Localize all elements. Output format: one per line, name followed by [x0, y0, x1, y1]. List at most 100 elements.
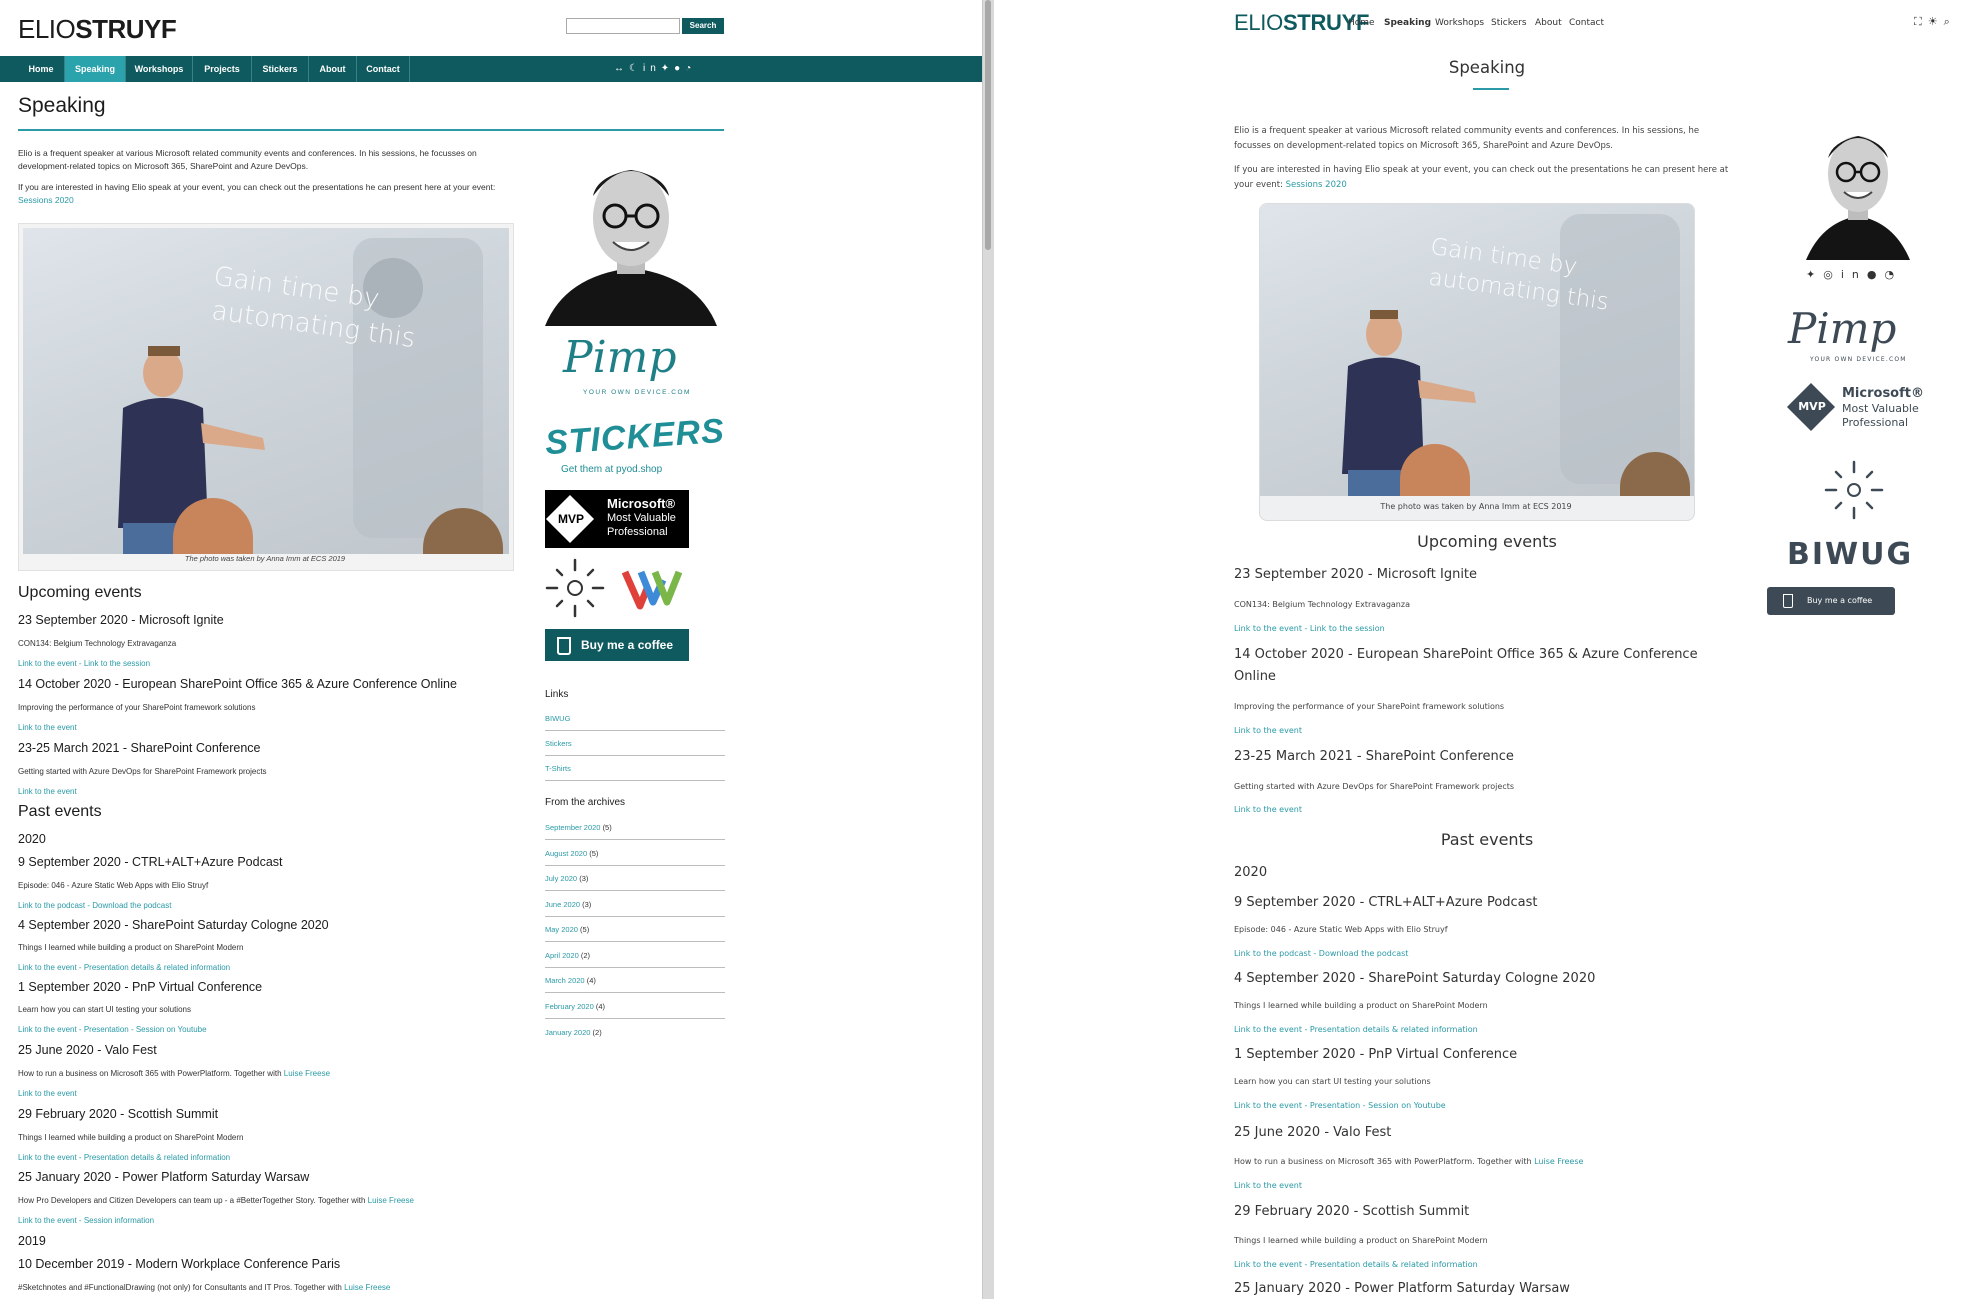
mvp-badge[interactable]: MVP Microsoft® Most Valuable Professiona… [1786, 382, 1928, 436]
event-links[interactable]: Link to the event [18, 787, 77, 796]
nav-contact[interactable]: Contact [357, 56, 410, 82]
past-heading: Past events [18, 803, 102, 820]
event-links[interactable]: Link to the event [1234, 805, 1302, 814]
nav-home[interactable]: Home [18, 56, 65, 82]
event-title: 14 October 2020 - European SharePoint Of… [18, 677, 457, 691]
event-links[interactable]: Link to the event - Link to the session [18, 659, 150, 668]
luise-freese-link[interactable]: Luise Freese [344, 1283, 390, 1292]
luise-freese-link[interactable]: Luise Freese [284, 1069, 330, 1078]
event-title: 25 June 2020 - Valo Fest [1234, 1125, 1392, 1140]
sessions-link[interactable]: Sessions 2020 [18, 195, 74, 205]
scrollbar-thumb[interactable] [985, 0, 991, 250]
event-links[interactable]: Link to the event [18, 723, 77, 732]
event-desc: Things I learned while building a produc… [1234, 1001, 1488, 1010]
instagram-icon[interactable]: ◎ [1823, 268, 1841, 281]
archive-link[interactable]: August 2020 (5) [545, 849, 725, 866]
left-browser-pane: ELIOSTRUYF Search Home Speaking Workshop… [0, 0, 982, 1299]
sidebar-link[interactable]: BIWUG [545, 714, 725, 731]
nav-about[interactable]: About [1535, 18, 1562, 28]
community-logos[interactable] [545, 558, 695, 620]
event-links[interactable]: Link to the event - Session information [18, 1216, 154, 1225]
event-desc: How Pro Developers and Citizen Developer… [18, 1196, 414, 1205]
nav-workshops[interactable]: Workshops [126, 56, 193, 82]
archive-link[interactable]: June 2020 (3) [545, 900, 725, 917]
archive-link[interactable]: May 2020 (5) [545, 925, 725, 942]
moon-icon[interactable]: ☾ [629, 63, 643, 74]
search-input[interactable] [566, 18, 680, 34]
event-title: 9 September 2020 - CTRL+ALT+Azure Podcas… [18, 855, 283, 869]
event-links[interactable]: Link to the event - Presentation - Sessi… [18, 1025, 207, 1034]
nav-stickers[interactable]: Stickers [1491, 18, 1527, 28]
github-icon[interactable]: ● [1867, 268, 1885, 281]
event-links[interactable]: Link to the event [1234, 726, 1302, 735]
event-links[interactable]: Link to the event [18, 1089, 77, 1098]
event-title: 29 February 2020 - Scottish Summit [18, 1107, 219, 1121]
event-links[interactable]: Link to the event [1234, 1181, 1302, 1190]
event-title: 23 September 2020 - Microsoft Ignite [1234, 567, 1478, 582]
buy-coffee-button[interactable]: Buy me a coffee [1767, 587, 1895, 615]
event-title: 23-25 March 2021 - SharePoint Conference [1234, 749, 1514, 764]
github-icon[interactable]: ● [674, 63, 685, 74]
archive-link[interactable]: March 2020 (4) [545, 976, 725, 993]
luise-freese-link[interactable]: Luise Freese [368, 1196, 414, 1205]
header-icon-group: ⛶☀⌕ [1914, 15, 1956, 29]
pimp-logo[interactable]: Pimp YOUR OWN DEVICE.COM [1788, 304, 1928, 366]
linkedin-icon[interactable]: in [1841, 268, 1867, 281]
event-links[interactable]: Link to the event - Presentation details… [18, 1153, 230, 1162]
biwug-logo[interactable]: BIWUG [1787, 537, 1913, 572]
nav-stickers[interactable]: Stickers [252, 56, 309, 82]
event-desc: CON134: Belgium Technology Extravaganza [1234, 600, 1410, 609]
stickers-promo[interactable]: STICKERS Get them at pyod.shop [544, 412, 726, 480]
archive-link[interactable]: September 2020 (5) [545, 823, 725, 840]
event-links[interactable]: Link to the event - Presentation - Sessi… [1234, 1101, 1446, 1110]
sun-icon[interactable]: ☀ [1928, 15, 1944, 28]
page-title: Speaking [1448, 58, 1526, 77]
archives-heading: From the archives [545, 797, 626, 808]
event-links[interactable]: Link to the event - Presentation details… [1234, 1260, 1478, 1269]
event-desc: Things I learned while building a produc… [18, 943, 244, 952]
nav-speaking[interactable]: Speaking [1384, 18, 1431, 28]
rss-icon[interactable]: ◔ [685, 63, 696, 74]
swap-icon[interactable]: ↔ [614, 63, 629, 74]
nav-projects[interactable]: Projects [193, 56, 252, 82]
pimp-logo[interactable]: Pimp YOUR OWN DEVICE.COM [545, 332, 695, 402]
archive-link[interactable]: February 2020 (4) [545, 1002, 725, 1019]
nav-speaking[interactable]: Speaking [65, 56, 126, 82]
buy-coffee-button[interactable]: Buy me a coffee [545, 629, 689, 661]
archive-link[interactable]: January 2020 (2) [545, 1028, 725, 1044]
twitter-icon[interactable]: ✦ [661, 63, 674, 74]
nav-about[interactable]: About [309, 56, 357, 82]
event-desc: Things I learned while building a produc… [18, 1133, 244, 1142]
search-button[interactable]: Search [682, 18, 724, 34]
event-links[interactable]: Link to the podcast - Download the podca… [1234, 949, 1408, 958]
luise-freese-link[interactable]: Luise Freese [1534, 1157, 1583, 1166]
linkedin-icon[interactable]: in [643, 63, 661, 74]
sidebar-link[interactable]: Stickers [545, 739, 725, 756]
sidebar-link[interactable]: T-Shirts [545, 764, 725, 781]
nav-contact[interactable]: Contact [1569, 18, 1604, 28]
event-title: 25 January 2020 - Power Platform Saturda… [1234, 1281, 1570, 1296]
fullscreen-icon[interactable]: ⛶ [1914, 15, 1928, 28]
intro-paragraph-2: If you are interested in having Elio spe… [1234, 165, 1729, 190]
event-desc: #Sketchnotes and #FunctionalDrawing (not… [18, 1283, 391, 1292]
rss-icon[interactable]: ◔ [1884, 268, 1902, 281]
nav-workshops[interactable]: Workshops [1435, 18, 1484, 28]
speaker-photo: Gain time by automating this [18, 223, 514, 571]
event-desc: Getting started with Azure DevOps for Sh… [18, 767, 267, 776]
community-logo-icon[interactable] [1820, 460, 1890, 522]
event-links[interactable]: Link to the event - Presentation details… [18, 963, 230, 972]
archive-link[interactable]: July 2020 (3) [545, 874, 725, 891]
mvp-badge[interactable]: MVP Microsoft® Most Valuable Professiona… [545, 490, 689, 548]
event-links[interactable]: Link to the event - Presentation details… [1234, 1025, 1478, 1034]
past-heading: Past events [1440, 830, 1534, 849]
event-title: 25 January 2020 - Power Platform Saturda… [18, 1170, 310, 1184]
archive-link[interactable]: April 2020 (2) [545, 951, 725, 968]
site-logo[interactable]: ELIOSTRUYF [18, 14, 177, 45]
twitter-icon[interactable]: ✦ [1806, 268, 1823, 281]
sessions-link[interactable]: Sessions 2020 [1286, 180, 1347, 190]
event-links[interactable]: Link to the podcast - Download the podca… [18, 901, 171, 910]
search-icon[interactable]: ⌕ [1944, 15, 1956, 28]
nav-home[interactable]: Home [1348, 18, 1375, 28]
event-links[interactable]: Link to the event - Link to the session [1234, 624, 1385, 633]
event-desc: Things I learned while building a produc… [1234, 1236, 1488, 1245]
